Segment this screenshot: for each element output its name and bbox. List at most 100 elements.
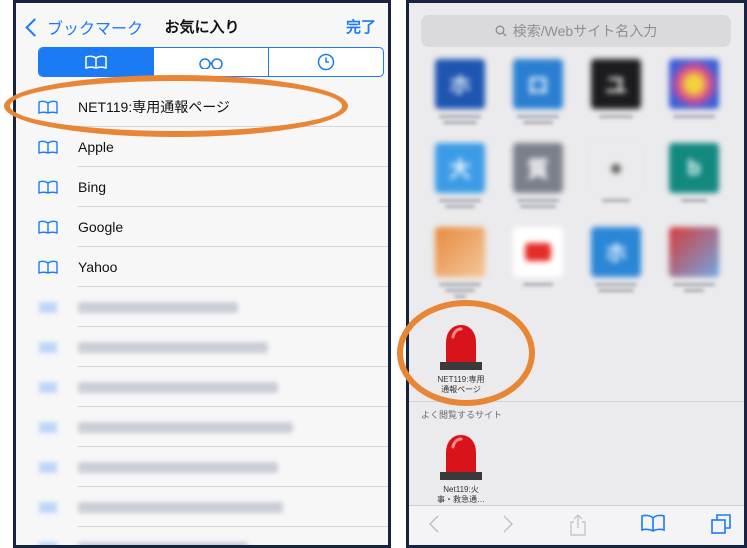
frequent-sites-header: よく閲覧するサイト [421, 410, 503, 420]
favorite-tile[interactable]: ホ [429, 59, 491, 124]
favorite-tile[interactable]: 大 [429, 143, 491, 208]
favorite-caption [507, 199, 569, 208]
frequent-net119[interactable]: Net119:火 事・救急通… [429, 431, 493, 505]
favorite-caption [585, 115, 647, 118]
book-icon [16, 300, 62, 314]
favorite-tile[interactable]: ホ [585, 227, 647, 292]
bookmark-label: Google [78, 219, 124, 235]
site-icon: ロ [513, 59, 563, 109]
book-icon [85, 55, 107, 69]
book-icon [16, 100, 62, 114]
back-arrow-icon[interactable] [427, 514, 441, 539]
siren-icon [433, 321, 489, 371]
blurred-label [78, 541, 248, 545]
book-icon [16, 420, 62, 434]
section-divider [409, 401, 744, 402]
tabs-icon[interactable] [711, 514, 731, 539]
favorite-caption [663, 199, 725, 202]
bookmark-item-google[interactable]: Google [16, 207, 388, 247]
favorite-caption [507, 283, 569, 286]
bing-icon: b [669, 143, 719, 193]
list-item[interactable] [16, 367, 388, 407]
blurred-label [78, 301, 238, 313]
list-item[interactable] [16, 527, 388, 545]
favorite-caption [585, 199, 647, 202]
share-icon[interactable] [569, 514, 587, 541]
nav-bar: ブックマーク お気に入り 完了 [16, 3, 388, 47]
favorite-caption [585, 283, 647, 292]
caption-line: NET119:専用 [437, 375, 485, 384]
favorite-caption [429, 199, 491, 208]
list-item[interactable] [16, 407, 388, 447]
back-label: ブックマーク [47, 21, 144, 38]
favorite-tile[interactable]: ロ [507, 59, 569, 124]
favorite-tile[interactable]: 質 [507, 143, 569, 208]
back-button[interactable]: ブックマーク [25, 15, 144, 39]
book-icon [16, 180, 62, 194]
done-button[interactable]: 完了 [346, 16, 376, 37]
favorite-tile[interactable]: b [663, 143, 725, 202]
book-icon [16, 460, 62, 474]
forward-arrow-icon[interactable] [501, 514, 515, 539]
list-item[interactable] [16, 487, 388, 527]
safari-toolbar [409, 505, 744, 545]
favorite-tile[interactable]: ● [585, 143, 647, 202]
bookmark-label: Apple [78, 139, 114, 155]
siren-icon [433, 431, 489, 481]
bookmark-label: Yahoo [78, 259, 118, 275]
favorite-tile[interactable] [507, 227, 569, 286]
book-icon [16, 220, 62, 234]
site-icon [435, 227, 485, 277]
favorite-caption: NET119:専用 通報ページ [429, 375, 493, 395]
caption-line: 事・救急通… [437, 495, 485, 504]
site-icon [669, 227, 719, 277]
site-icon [669, 59, 719, 109]
book-icon [16, 260, 62, 274]
blurred-label [78, 421, 293, 433]
bookmark-list: NET119:専用通報ページ Apple Bing Google Yahoo [16, 87, 388, 545]
favorite-tile[interactable]: ユ [585, 59, 647, 118]
favorite-tile[interactable] [429, 227, 491, 298]
book-icon [16, 540, 62, 545]
favorite-caption [663, 115, 725, 118]
bookmark-segmented-control [38, 47, 384, 77]
site-icon: ホ [591, 227, 641, 277]
blurred-label [78, 381, 278, 393]
book-icon [16, 380, 62, 394]
bookmark-item-yahoo[interactable]: Yahoo [16, 247, 388, 287]
bookmark-item-net119[interactable]: NET119:専用通報ページ [16, 87, 388, 127]
tab-bookmarks[interactable] [39, 48, 154, 76]
glasses-icon [199, 58, 223, 69]
favorite-net119[interactable]: NET119:専用 通報ページ [429, 321, 493, 395]
search-field[interactable]: 検索/Webサイト名入力 [421, 15, 731, 47]
tab-history[interactable] [269, 48, 383, 76]
site-icon: 質 [513, 143, 563, 193]
bookmark-label: NET119:専用通報ページ [78, 99, 230, 115]
search-placeholder: 検索/Webサイト名入力 [512, 23, 658, 39]
favorite-caption [429, 283, 491, 298]
bookmarks-panel: ブックマーク お気に入り 完了 NET119:専用通報ページ Apple Bin… [13, 0, 391, 548]
bookmark-label: Bing [78, 179, 107, 195]
blurred-label [78, 341, 268, 353]
favorite-tile[interactable] [663, 59, 725, 118]
bookmark-item-apple[interactable]: Apple [16, 127, 388, 167]
favorite-caption [663, 283, 725, 292]
apple-icon: ● [591, 143, 641, 193]
site-icon: ホ [435, 59, 485, 109]
book-icon [16, 140, 62, 154]
list-item[interactable] [16, 287, 388, 327]
favorites-panel: 検索/Webサイト名入力 ホ ロ ユ 大 質 ● b ホ NET119:専用 通… [406, 0, 747, 548]
favorite-caption [429, 115, 491, 124]
blurred-label [78, 461, 278, 473]
chevron-left-icon [25, 17, 44, 37]
list-item[interactable] [16, 327, 388, 367]
list-item[interactable] [16, 447, 388, 487]
favorite-tile[interactable] [663, 227, 725, 292]
site-icon: 大 [435, 143, 485, 193]
favorite-caption [507, 115, 569, 124]
bookmarks-icon[interactable] [641, 514, 665, 537]
search-icon [495, 25, 507, 37]
bookmark-item-bing[interactable]: Bing [16, 167, 388, 207]
book-icon [16, 340, 62, 354]
tab-reading-list[interactable] [154, 48, 269, 76]
